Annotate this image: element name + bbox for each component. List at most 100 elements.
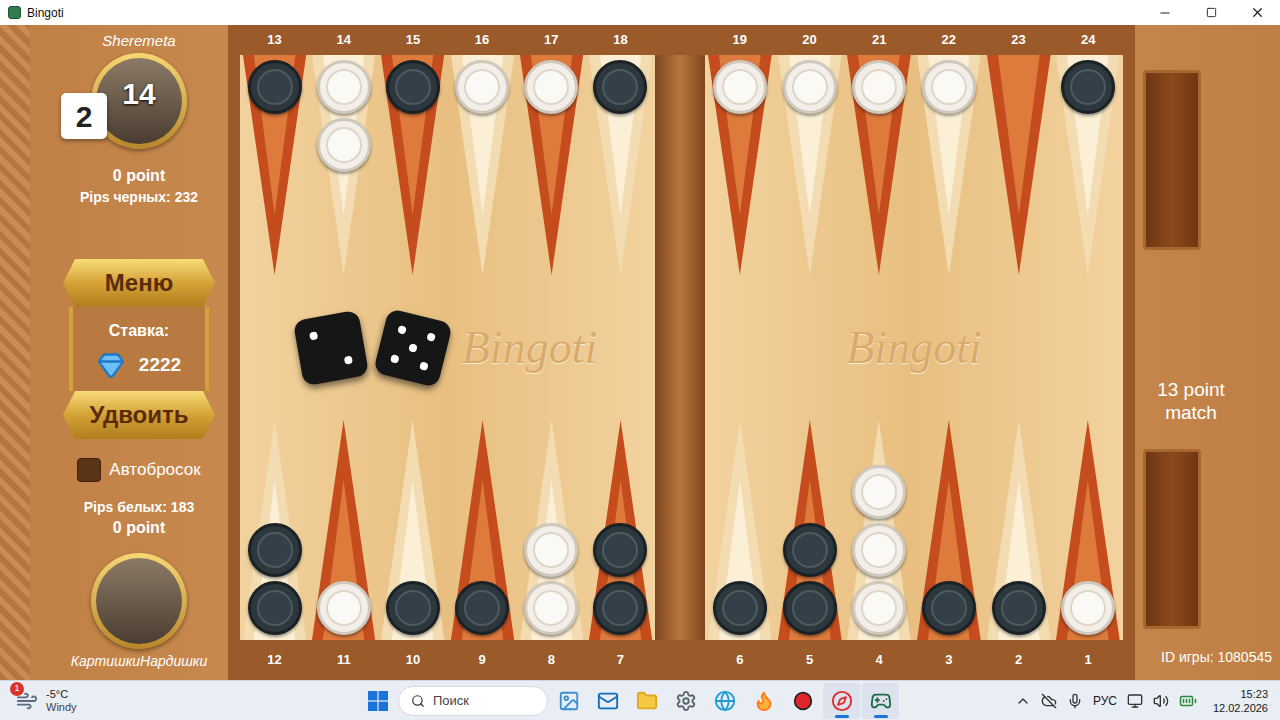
checker[interactable] [852,465,906,519]
minimize-button[interactable] [1142,0,1188,25]
checker[interactable] [455,581,509,635]
bottom-points [240,410,655,640]
die[interactable] [293,309,369,385]
player-points: 0 point [113,517,165,539]
language-indicator[interactable]: РУС [1093,692,1117,710]
edge-icon [714,690,736,712]
auto-roll-checkbox[interactable] [77,458,101,482]
point-number: 4 [844,650,914,670]
checker[interactable] [455,60,509,114]
point-number: 17 [517,30,586,50]
board-point[interactable] [914,410,984,640]
cloud-off-icon[interactable] [1041,693,1057,709]
weather-widget[interactable]: 1-5°CWindy [0,688,360,714]
close-button[interactable] [1234,0,1280,25]
board-point[interactable] [309,55,378,285]
checker[interactable] [992,581,1046,635]
board-middle: Bingoti [705,285,1123,410]
board-point[interactable] [448,410,517,640]
taskbar-app[interactable] [550,683,587,719]
window-title: Bingoti [27,4,64,22]
checker[interactable] [248,581,302,635]
battery-icon[interactable] [1179,692,1197,710]
board-point[interactable] [775,55,845,285]
player-avatar[interactable] [91,553,187,649]
board-point[interactable] [1053,55,1123,285]
point-number: 5 [775,650,845,670]
board-point[interactable] [586,55,655,285]
taskbar-app[interactable] [823,683,860,719]
board-point[interactable] [517,410,586,640]
maximize-button[interactable] [1188,0,1234,25]
checker[interactable] [852,523,906,577]
checker[interactable] [1061,60,1115,114]
doubling-cube[interactable]: 2 [61,93,107,139]
volume-icon[interactable] [1153,693,1169,709]
checker[interactable] [783,523,837,577]
board-point[interactable] [378,410,447,640]
auto-roll[interactable]: Автобросок [77,457,200,483]
show-hidden-icon[interactable] [1015,693,1031,709]
checker[interactable] [852,581,906,635]
bear-off-tray [1143,449,1201,629]
taskbar-app[interactable] [667,683,704,719]
microphone-icon[interactable] [1067,693,1083,709]
taskbar-app[interactable] [862,683,899,719]
checker[interactable] [713,581,767,635]
checker[interactable] [922,581,976,635]
checker[interactable] [317,118,371,172]
die[interactable] [373,307,453,387]
checker[interactable] [317,60,371,114]
die-pip [390,353,400,363]
board-point[interactable] [844,55,914,285]
board-point[interactable] [705,410,775,640]
weather-condition: Windy [46,701,77,714]
board-point[interactable] [984,55,1054,285]
taskbar-app[interactable] [589,683,626,719]
taskbar-app[interactable] [784,683,821,719]
board-point[interactable] [378,55,447,285]
board-point[interactable] [844,410,914,640]
checker[interactable] [783,581,837,635]
board-point[interactable] [1053,410,1123,640]
clock[interactable]: 15:2312.02.2026 [1213,687,1268,715]
board: 131415161718192021222324BingotiBingoti12… [228,25,1135,680]
checker[interactable] [852,60,906,114]
checker[interactable] [922,60,976,114]
checker[interactable] [713,60,767,114]
search-box[interactable]: Поиск [398,686,548,716]
board-point[interactable] [775,410,845,640]
board-point[interactable] [448,55,517,285]
player-avatar[interactable]: 142 [91,53,187,149]
app-logo-icon [8,6,21,19]
checker[interactable] [783,60,837,114]
double-button[interactable]: Удвоить [63,391,215,439]
left-panel: Sheremeta1420 pointPips черных: 232МенюС… [0,25,228,680]
checker[interactable] [248,523,302,577]
taskbar-app[interactable] [706,683,743,719]
board-point[interactable] [586,410,655,640]
board-point[interactable] [914,55,984,285]
checker[interactable] [386,581,440,635]
board-point[interactable] [517,55,586,285]
board-point[interactable] [240,55,309,285]
checker[interactable] [248,60,302,114]
board-point[interactable] [705,55,775,285]
board-point[interactable] [240,410,309,640]
menu-button[interactable]: Меню [63,259,215,307]
point-number: 13 [240,30,309,50]
board-point[interactable] [309,410,378,640]
checker[interactable] [386,60,440,114]
taskbar-app[interactable] [745,683,782,719]
network-icon[interactable] [1127,693,1143,709]
checker[interactable] [317,581,371,635]
checker[interactable] [524,523,578,577]
point-number: 11 [309,650,378,670]
checker[interactable] [1061,581,1115,635]
board-point[interactable] [984,410,1054,640]
taskbar-app[interactable] [628,683,665,719]
top-points [240,55,655,285]
checker[interactable] [524,581,578,635]
start-button[interactable] [360,683,396,719]
checker[interactable] [524,60,578,114]
